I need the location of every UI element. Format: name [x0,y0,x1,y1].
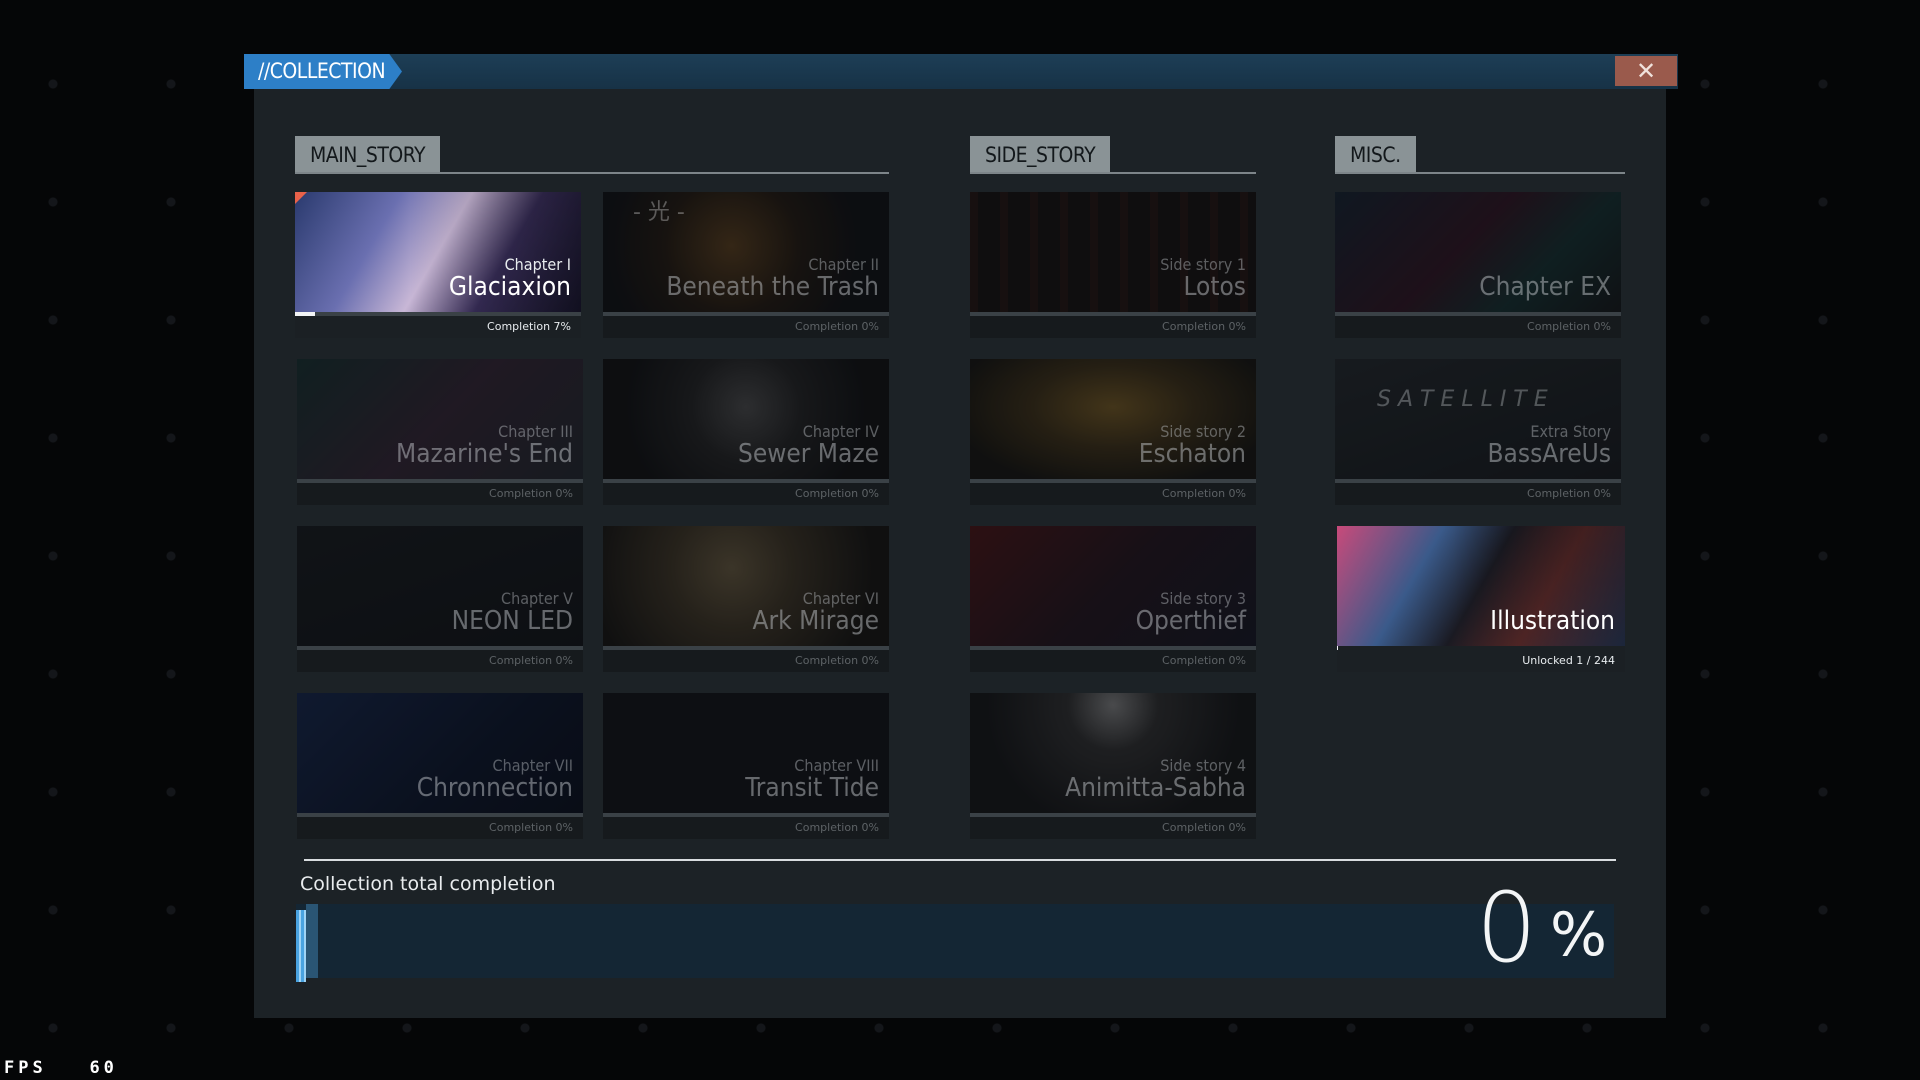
card-title: Illustration [1490,606,1615,636]
card-extra-story[interactable]: S A T E L L I T E Extra Story BassAreUs … [1335,359,1621,505]
section-label: MAIN_STORY [295,136,441,172]
total-completion-bar [296,904,1614,982]
fps-value: 60 [89,1058,118,1078]
section-main-story: MAIN_STORY [295,136,889,174]
progress-marker [296,910,306,982]
card-side-story-3[interactable]: Side story 3 Operthief Completion 0% [970,526,1256,672]
unlocked-count: Unlocked 1 / 244 [1337,650,1625,672]
close-button[interactable]: ✕ [1615,56,1677,86]
window-title: //COLLECTION [244,54,402,89]
completion-label: Completion 0% [297,650,583,672]
completion-label: Completion 0% [970,483,1256,505]
card-chapter-3[interactable]: Chapter III Mazarine's End Completion 0% [297,359,583,505]
completion-label: Completion 0% [1335,483,1621,505]
completion-label: Completion 0% [297,817,583,839]
card-chapter-2[interactable]: - 光 - Chapter II Beneath the Trash Compl… [603,192,889,338]
card-chapter-5[interactable]: Chapter V NEON LED Completion 0% [297,526,583,672]
card-title: Animitta-Sabha [1065,773,1246,803]
card-title: Operthief [1135,606,1246,636]
card-title: Eschaton [1138,439,1246,469]
fps-counter: FPS 60 [4,1058,118,1078]
card-title: Transit Tide [745,773,879,803]
completion-label: Completion 7% [295,316,581,338]
card-title: Sewer Maze [737,439,879,469]
new-marker [295,192,307,204]
divider [970,172,1256,174]
total-completion-label: Collection total completion [300,873,556,895]
card-chapter-ex[interactable]: Chapter EX Completion 0% [1335,192,1621,338]
total-completion-value: 0 [1476,872,1538,984]
section-label: SIDE_STORY [970,136,1111,172]
total-completion-unit: % [1550,900,1608,970]
completion-label: Completion 0% [970,316,1256,338]
card-side-story-1[interactable]: Side story 1 Lotos Completion 0% [970,192,1256,338]
art-caption: S A T E L L I T E [1377,387,1548,412]
card-title: Mazarine's End [396,439,573,469]
completion-label: Completion 0% [970,650,1256,672]
section-side-story: SIDE_STORY [970,136,1256,174]
card-title: BassAreUs [1487,439,1612,469]
card-chapter-1[interactable]: Chapter I Glaciaxion Completion 7% [295,192,581,338]
completion-label: Completion 0% [1335,316,1621,338]
completion-label: Completion 0% [603,483,889,505]
section-misc: MISC. [1335,136,1625,174]
card-illustration[interactable]: Illustration Unlocked 1 / 244 [1337,526,1625,672]
divider [304,859,1616,861]
art-caption: - 光 - [633,200,685,225]
section-label: MISC. [1335,136,1416,172]
close-icon: ✕ [1635,57,1657,85]
completion-label: Completion 0% [970,817,1256,839]
card-title: Beneath the Trash [666,272,879,302]
card-title: Chapter EX [1479,272,1611,302]
card-title: Lotos [1183,272,1246,302]
card-title: Glaciaxion [448,272,571,302]
completion-label: Completion 0% [603,650,889,672]
card-title: Ark Mirage [752,606,879,636]
completion-label: Completion 0% [603,817,889,839]
card-title: NEON LED [451,606,573,636]
card-chapter-6[interactable]: Chapter VI Ark Mirage Completion 0% [603,526,889,672]
completion-label: Completion 0% [603,316,889,338]
divider [295,172,889,174]
card-title: Chronnection [416,773,573,803]
card-side-story-4[interactable]: Side story 4 Animitta-Sabha Completion 0… [970,693,1256,839]
completion-label: Completion 0% [297,483,583,505]
card-chapter-8[interactable]: Chapter VIII Transit Tide Completion 0% [603,693,889,839]
card-chapter-4[interactable]: Chapter IV Sewer Maze Completion 0% [603,359,889,505]
divider [1335,172,1625,174]
card-chapter-7[interactable]: Chapter VII Chronnection Completion 0% [297,693,583,839]
fps-label: FPS [4,1058,47,1078]
title-bar [244,54,1678,89]
progress-marker-trail [306,904,318,978]
card-side-story-2[interactable]: Side story 2 Eschaton Completion 0% [970,359,1256,505]
